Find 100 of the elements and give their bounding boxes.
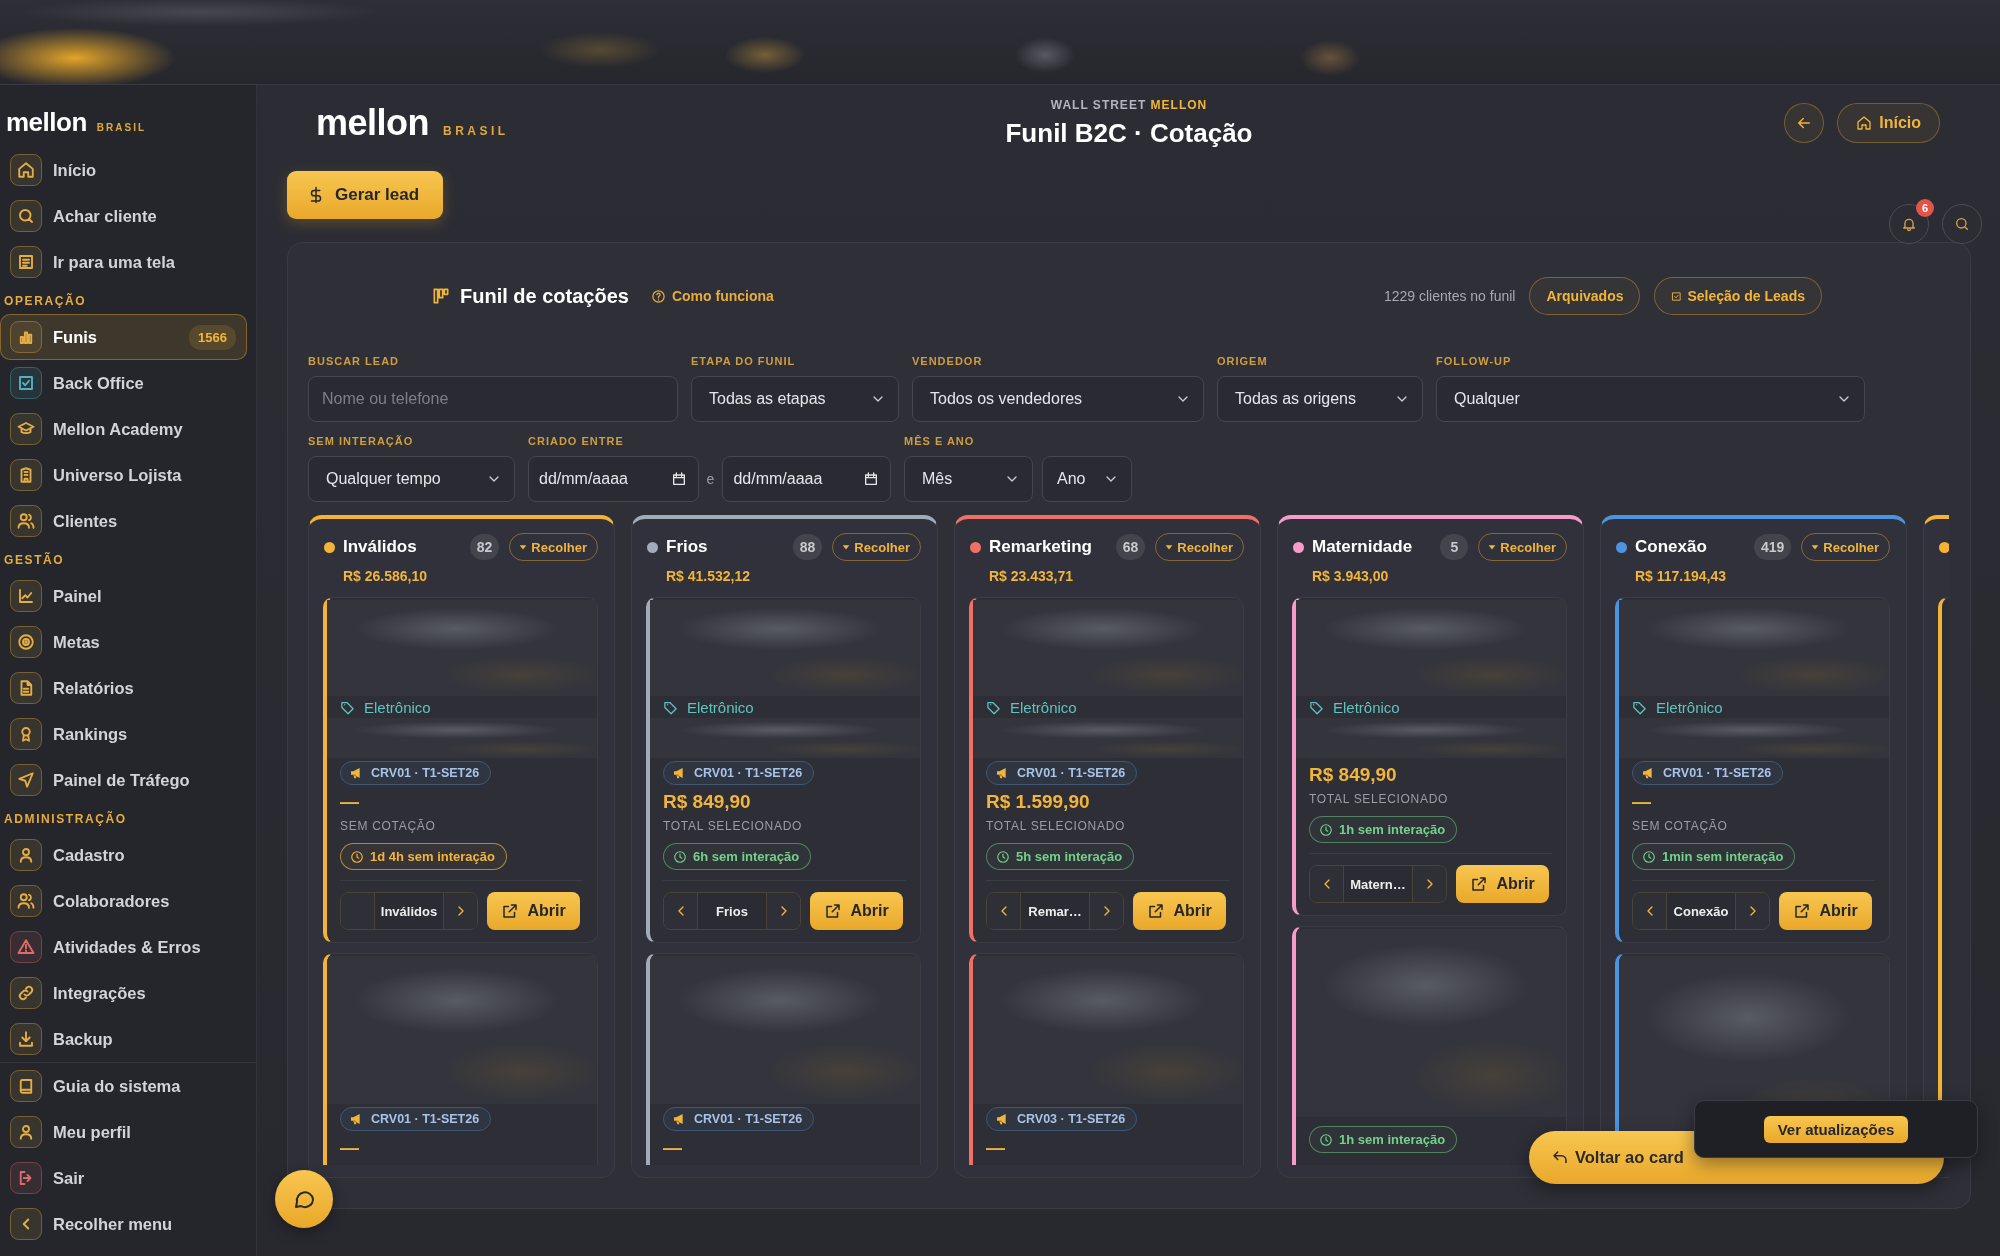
- idle-time-label: 1min sem interação: [1662, 849, 1784, 864]
- date-field[interactable]: dd/mm/aaaa: [722, 456, 891, 502]
- campaign-label: CRV01 · T1-SET26: [1663, 766, 1772, 780]
- sidebar-item[interactable]: Funis 1566: [0, 314, 247, 360]
- select-field[interactable]: Ano: [1042, 456, 1132, 502]
- help-link[interactable]: Como funciona: [650, 288, 774, 304]
- column-title: Conexão: [1635, 537, 1707, 557]
- clock-icon: [673, 849, 687, 864]
- sidebar-item[interactable]: Meu perfil: [0, 1109, 247, 1155]
- document-icon: [10, 672, 42, 704]
- select-field[interactable]: Qualquer tempo: [308, 456, 515, 502]
- sidebar-item[interactable]: Sair: [0, 1155, 247, 1201]
- sidebar-item[interactable]: Metas: [0, 619, 247, 665]
- sidebar-item[interactable]: Painel: [0, 573, 247, 619]
- lead-card[interactable]: Eletrônico CRV01 · T1-SET26 — SEM COTAÇÃO 1d 4h sem interação Inválidos Abrir: [323, 597, 598, 943]
- calendar-icon: [670, 471, 687, 487]
- idle-time-label: 1h sem interação: [1339, 1132, 1446, 1147]
- sidebar-item[interactable]: Rankings: [0, 711, 247, 757]
- open-button[interactable]: Abrir: [487, 892, 580, 930]
- count-badge: 82: [469, 534, 500, 560]
- page-title: Funil B2C · Cotação: [1005, 118, 1253, 148]
- campaign-label: CRV01 · T1-SET26: [694, 1112, 803, 1126]
- award-icon: [10, 718, 42, 750]
- column-title: Maternidade: [1312, 537, 1413, 557]
- next-stage-button[interactable]: [443, 893, 477, 929]
- book-icon: [10, 1070, 42, 1102]
- column-total: R$ 41.532,12: [666, 568, 752, 584]
- lead-card[interactable]: Eletrônico CRV01 · T1-SET26 R$ 849,90 TOTAL SELECIONADO 6h sem interação Frios Abrir: [646, 597, 921, 943]
- amount-caption: SEM COTAÇÃO: [340, 818, 436, 834]
- home-button[interactable]: Início: [1837, 103, 1940, 143]
- sidebar-item[interactable]: Painel de Tráfego: [0, 757, 247, 803]
- stage-name: Matern…: [1349, 875, 1407, 894]
- amount-caption: TOTAL SELECIONADO: [663, 818, 803, 834]
- previous-stage-button[interactable]: [664, 893, 698, 929]
- lead-card[interactable]: 1h sem interação: [1292, 926, 1567, 1165]
- idle-time-label: 1h sem interação: [1339, 822, 1446, 837]
- kanban-icon: [431, 286, 451, 306]
- sidebar-item[interactable]: Universo Lojista: [0, 452, 247, 498]
- previous-stage-button[interactable]: [987, 893, 1021, 929]
- sidebar-item[interactable]: Atividades & Erros: [0, 924, 247, 970]
- archived-button[interactable]: Arquivados: [1529, 277, 1641, 315]
- brand-logo: mellon: [316, 103, 429, 143]
- date-field[interactable]: dd/mm/aaaa: [528, 456, 699, 502]
- filter-label: ORIGEM: [1217, 355, 1269, 367]
- search-button[interactable]: [1942, 204, 1982, 244]
- lead-card[interactable]: CRV01 · T1-SET26 —: [646, 953, 921, 1165]
- open-button[interactable]: Abrir: [1456, 865, 1549, 903]
- sidebar-item[interactable]: Início: [0, 147, 247, 193]
- lead-card[interactable]: CRV01 · T1-SET26 —: [323, 953, 598, 1165]
- next-stage-button[interactable]: [1412, 866, 1446, 902]
- previous-stage-button[interactable]: [1310, 866, 1344, 902]
- select-field[interactable]: Qualquer: [1436, 376, 1865, 422]
- sidebar-item[interactable]: Ir para uma tela: [0, 239, 247, 285]
- open-button[interactable]: Abrir: [1133, 892, 1226, 930]
- caret-down-icon: [518, 542, 529, 552]
- select-field[interactable]: Todas as origens: [1217, 376, 1423, 422]
- notification-button[interactable]: [1889, 204, 1929, 244]
- count-badge: 1566: [189, 324, 236, 350]
- lead-card[interactable]: CRV03 · T1-SET26 —: [969, 953, 1244, 1165]
- lead-card[interactable]: Eletrônico R$ 849,90 TOTAL SELECIONADO 1h sem interação Matern… Abrir: [1292, 597, 1567, 916]
- tag-icon: [986, 699, 1001, 715]
- back-button[interactable]: [1784, 103, 1825, 143]
- sidebar-item[interactable]: Relatórios: [0, 665, 247, 711]
- next-stage-button[interactable]: [766, 893, 800, 929]
- updates-button[interactable]: Ver atualizações: [1763, 1116, 1909, 1143]
- clock-icon: [1319, 822, 1333, 837]
- caret-down-icon: [1487, 542, 1498, 552]
- lead-selection-button[interactable]: Seleção de Leads: [1654, 277, 1822, 315]
- sidebar-item[interactable]: Mellon Academy: [0, 406, 247, 452]
- next-stage-button[interactable]: [1089, 893, 1123, 929]
- generate-lead-button[interactable]: Gerar lead: [287, 171, 444, 219]
- stage-name: Remar…: [1027, 902, 1083, 921]
- select-field[interactable]: Mês: [904, 456, 1033, 502]
- column-title: Frios: [666, 537, 708, 557]
- sidebar-item[interactable]: Colaboradores: [0, 878, 247, 924]
- next-stage-button[interactable]: [1735, 893, 1769, 929]
- sidebar-item[interactable]: Backup: [0, 1016, 247, 1062]
- previous-stage-button[interactable]: [341, 893, 375, 929]
- lead-card[interactable]: Eletrônico CRV01 · T1-SET26 R$ 1.599,90 TOTAL SELECIONADO 5h sem interação Remar… Abrir: [969, 597, 1244, 943]
- select-field[interactable]: Todos os vendedores: [912, 376, 1204, 422]
- sidebar-item[interactable]: Clientes: [0, 498, 247, 544]
- column-total: R$ 23.433,71: [989, 568, 1075, 584]
- search-field[interactable]: Nome ou telefone: [308, 376, 678, 422]
- lead-card[interactable]: Eletrônico CRV01 · T1-SET26 — SEM COTAÇÃO 1min sem interação Conexão Abrir: [1615, 597, 1890, 943]
- external-link-icon: [1793, 902, 1812, 920]
- open-button[interactable]: Abrir: [1779, 892, 1872, 930]
- sidebar-item[interactable]: Cadastro: [0, 832, 247, 878]
- calendar-icon: [863, 471, 879, 487]
- previous-stage-button[interactable]: [1633, 893, 1667, 929]
- column-total: R$ 3.943,00: [1312, 568, 1390, 584]
- select-field[interactable]: Todas as etapas: [691, 376, 899, 422]
- sidebar-item[interactable]: Achar cliente: [0, 193, 247, 239]
- sidebar-item[interactable]: Recolher menu: [0, 1201, 247, 1247]
- sidebar-item[interactable]: Integrações: [0, 970, 247, 1016]
- column-title: Inválidos: [343, 537, 417, 557]
- client-count: 1229 clientes no funil: [1383, 288, 1516, 304]
- open-button[interactable]: Abrir: [810, 892, 903, 930]
- sidebar-item[interactable]: Back Office: [0, 360, 247, 406]
- idle-time-label: 6h sem interação: [693, 849, 800, 864]
- sidebar-item[interactable]: Guia do sistema: [0, 1063, 247, 1109]
